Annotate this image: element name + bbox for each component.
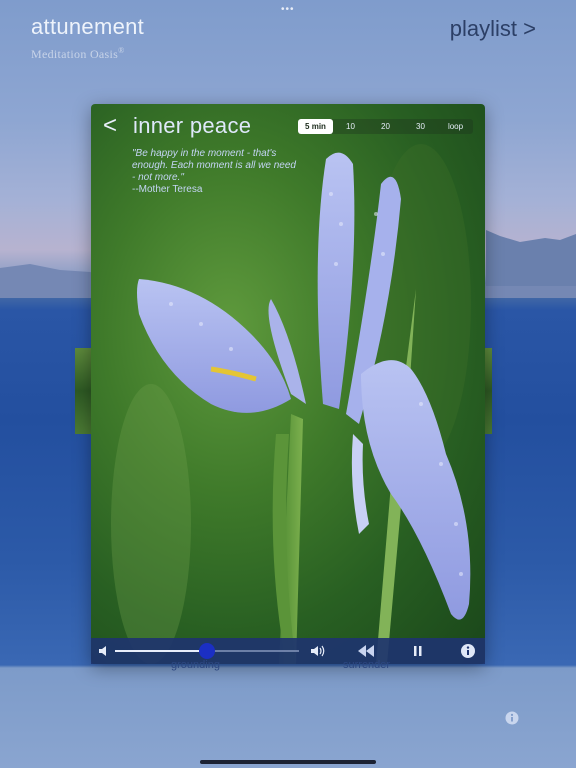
about-info-icon[interactable]: [505, 711, 519, 725]
session-card: < inner peace 5 min 10 20 30 loop "Be ha…: [91, 104, 485, 664]
volume-slider-thumb[interactable]: [199, 643, 215, 659]
track-label-grounding: grounding: [171, 659, 220, 671]
duration-5min[interactable]: 5 min: [298, 119, 333, 134]
duration-20[interactable]: 20: [368, 119, 403, 134]
duration-selector: 5 min 10 20 30 loop: [298, 119, 473, 134]
duration-loop[interactable]: loop: [438, 119, 473, 134]
back-button[interactable]: <: [103, 112, 117, 140]
duration-10[interactable]: 10: [333, 119, 368, 134]
player-control-bar: [91, 638, 485, 664]
quote-text: "Be happy in the moment - that's enough.…: [132, 148, 296, 183]
app-title: attunement: [31, 14, 145, 39]
playlist-link[interactable]: playlist >: [450, 16, 536, 42]
duration-30[interactable]: 30: [403, 119, 438, 134]
quote-author: --Mother Teresa: [132, 184, 203, 195]
volume-slider[interactable]: [115, 643, 299, 659]
session-quote: "Be happy in the moment - that's enough.…: [132, 148, 302, 196]
pause-icon[interactable]: [413, 644, 423, 658]
speaker-high-icon: [311, 645, 325, 657]
next-session-thumbnail[interactable]: [485, 348, 492, 434]
home-indicator: [200, 760, 376, 764]
multitask-dots[interactable]: •••: [281, 4, 295, 15]
session-title: inner peace: [133, 113, 252, 138]
previous-session-thumbnail[interactable]: [75, 348, 91, 434]
rewind-icon[interactable]: [357, 644, 375, 658]
speaker-low-icon: [99, 646, 106, 656]
app-subtitle: Meditation Oasis®: [31, 46, 125, 61]
track-label-surrender: surrender: [343, 659, 391, 671]
volume-slider-fill: [115, 650, 207, 652]
info-icon[interactable]: [460, 643, 476, 659]
